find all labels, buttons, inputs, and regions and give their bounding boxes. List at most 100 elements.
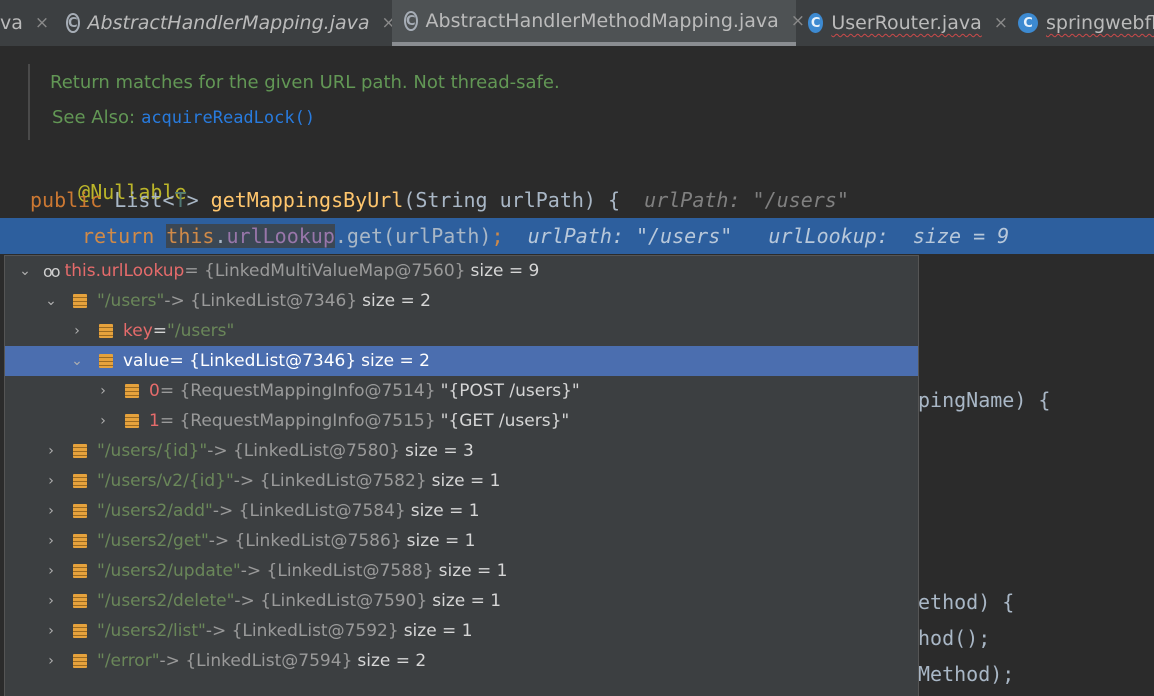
tree-row[interactable]: › key = "/users": [5, 316, 918, 346]
entry-key: "/users/v2/{id}": [97, 471, 234, 491]
field-icon: [73, 474, 87, 488]
chevron-right-icon[interactable]: ›: [43, 563, 59, 579]
doc-comment-bar: [28, 64, 30, 140]
tree-row[interactable]: › 1 = {RequestMappingInfo@7515} "{GET /u…: [5, 406, 918, 436]
chevron-right-icon[interactable]: ›: [95, 383, 111, 399]
chevron-down-icon[interactable]: ⌄: [43, 293, 59, 309]
keyword-public: public: [30, 188, 103, 212]
tab-abstract-handler-method-mapping[interactable]: C AbstractHandlerMethodMapping.java ×: [392, 0, 805, 46]
entry-value: -> {LinkedList@7584}: [212, 501, 406, 521]
code-line-return: return this.urlLookup.get(urlPath); urlP…: [82, 222, 1009, 250]
tab-label: UserRouter.java: [831, 12, 982, 34]
field-icon: [99, 354, 113, 368]
entry-value: -> {LinkedList@7590}: [234, 591, 428, 611]
tree-row[interactable]: ⌄ "/users" -> {LinkedList@7346} size = 2: [5, 286, 918, 316]
tab-springwebflux[interactable]: C springwebflu: [1018, 0, 1154, 46]
see-also-label: See Also:: [52, 107, 136, 128]
tab-partial[interactable]: va ×: [0, 0, 56, 46]
close-icon[interactable]: ×: [35, 13, 49, 33]
field-icon: [73, 534, 87, 548]
tab-label: springwebflu: [1046, 12, 1154, 34]
variable-name: this.urlLookup: [64, 261, 185, 281]
entry-size: size = 1: [410, 501, 480, 521]
field-icon: [125, 384, 139, 398]
entry-key: "/users2/add": [97, 501, 213, 521]
entry-key: "/users2/delete": [97, 591, 235, 611]
field-icon: [99, 324, 113, 338]
entry-value: -> {LinkedList@7580}: [207, 441, 401, 461]
chevron-down-icon[interactable]: ⌄: [17, 263, 33, 279]
entry-key: "/users": [97, 291, 165, 311]
chevron-right-icon[interactable]: ›: [43, 533, 59, 549]
tree-row[interactable]: › "/users/v2/{id}" -> {LinkedList@7582} …: [5, 466, 918, 496]
field-icon: [73, 294, 87, 308]
chevron-right-icon[interactable]: ›: [43, 653, 59, 669]
tree-row[interactable]: › "/users/{id}" -> {LinkedList@7580} siz…: [5, 436, 918, 466]
entry-value: -> {LinkedList@7592}: [205, 621, 399, 641]
field-icon: [73, 594, 87, 608]
entry-value: -> {LinkedList@7594}: [159, 651, 353, 671]
entry-key: "/users/{id}": [97, 441, 208, 461]
field-url-lookup: urlLookup: [226, 224, 335, 248]
entry-size: size = 2: [357, 651, 427, 671]
entry-key: "/users2/get": [97, 531, 209, 551]
tree-row-selected[interactable]: ⌄ value = {LinkedList@7346} size = 2: [5, 346, 918, 376]
inline-debug-hint: urlPath: "/users": [527, 224, 733, 248]
entry-size: size = 3: [405, 441, 474, 461]
entry-value: -> {LinkedList@7586}: [208, 531, 402, 551]
keyword-return: return: [82, 224, 155, 248]
chevron-right-icon[interactable]: ›: [69, 323, 85, 339]
see-also-link[interactable]: acquireReadLock(): [141, 108, 315, 128]
chevron-right-icon[interactable]: ›: [43, 473, 59, 489]
entry-size: size = 1: [432, 591, 502, 611]
entry-value: -> {LinkedList@7588}: [240, 561, 434, 581]
doc-see-also: See Also: acquireReadLock(): [52, 107, 315, 128]
chevron-right-icon[interactable]: ›: [43, 503, 59, 519]
tree-row[interactable]: › "/users2/get" -> {LinkedList@7586} siz…: [5, 526, 918, 556]
dot: .: [214, 224, 227, 248]
debug-value-popup[interactable]: ⌄ oo this.urlLookup = {LinkedMultiValueM…: [4, 255, 919, 696]
entry-size: size = 1: [403, 621, 473, 641]
field-icon: [73, 654, 87, 668]
item-desc: "{GET /users}": [440, 411, 570, 431]
entry-size: size = 1: [431, 471, 501, 491]
field-icon: [73, 624, 87, 638]
tab-abstract-handler-mapping[interactable]: C AbstractHandlerMapping.java ×: [66, 0, 396, 46]
close-icon[interactable]: ×: [994, 13, 1008, 33]
method-params: (String urlPath) {: [403, 188, 621, 212]
tree-row[interactable]: › "/users2/delete" -> {LinkedList@7590} …: [5, 586, 918, 616]
tab-user-router[interactable]: C UserRouter.java ×: [808, 0, 1008, 46]
keyword-this: this: [166, 224, 215, 248]
field-value: "/users": [167, 321, 235, 341]
entry-key: "/users2/list": [97, 621, 206, 641]
class-file-icon: C: [808, 13, 824, 33]
code-fragment: ethod) {: [918, 590, 1015, 614]
chevron-right-icon[interactable]: ›: [43, 443, 59, 459]
entry-size: size = 2: [362, 291, 432, 311]
tree-row-root[interactable]: ⌄ oo this.urlLookup = {LinkedMultiValueM…: [5, 256, 918, 286]
tree-row[interactable]: › "/users2/list" -> {LinkedList@7592} si…: [5, 616, 918, 646]
tree-row[interactable]: › "/error" -> {LinkedList@7594} size = 2: [5, 646, 918, 676]
item-value: = {RequestMappingInfo@7515}: [159, 411, 436, 431]
editor-tab-bar: va × C AbstractHandlerMapping.java × C A…: [0, 0, 1154, 46]
tree-row[interactable]: › 0 = {RequestMappingInfo@7514} "{POST /…: [5, 376, 918, 406]
chevron-right-icon[interactable]: ›: [43, 623, 59, 639]
inline-debug-hint: urlPath: "/users": [644, 188, 849, 212]
chevron-right-icon[interactable]: ›: [43, 593, 59, 609]
close-icon[interactable]: ×: [791, 11, 805, 31]
tree-row[interactable]: › "/users2/update" -> {LinkedList@7588} …: [5, 556, 918, 586]
chevron-down-icon[interactable]: ⌄: [69, 353, 85, 369]
tab-label: AbstractHandlerMethodMapping.java: [425, 10, 779, 32]
variable-value: = {LinkedMultiValueMap@7560}: [184, 261, 466, 281]
chevron-right-icon[interactable]: ›: [95, 413, 111, 429]
class-file-icon: C: [66, 13, 80, 33]
field-value: = {LinkedList@7346}: [169, 351, 357, 371]
doc-comment-text: Return matches for the given URL path. N…: [50, 72, 560, 93]
tree-row[interactable]: › "/users2/add" -> {LinkedList@7584} siz…: [5, 496, 918, 526]
type-list: List<: [114, 188, 175, 212]
item-value: = {RequestMappingInfo@7514}: [159, 381, 436, 401]
field-name: value: [123, 351, 170, 371]
execution-point-line: return this.urlLookup.get(urlPath); urlP…: [0, 218, 1154, 254]
item-index: 1: [149, 411, 160, 431]
call-get: .get(urlPath): [334, 224, 492, 248]
